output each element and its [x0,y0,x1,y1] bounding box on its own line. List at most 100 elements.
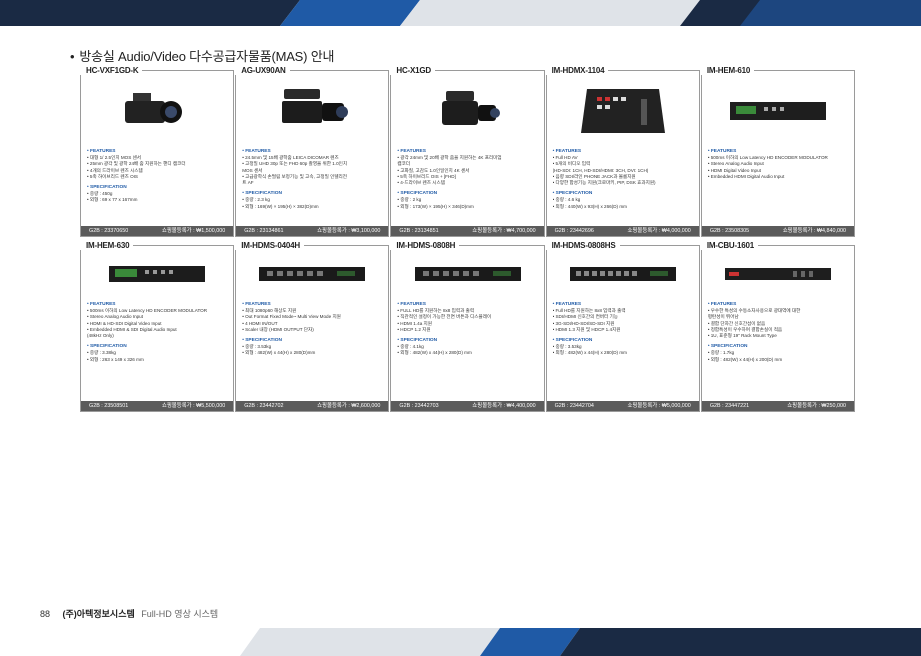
page-footer: 88 (주)아텍정보시스템 Full-HD 영상 시스템 [40,607,218,620]
product-card: AG-UX90AN • FEATURES • 24.5mm 및 15배 광학줌 LE… [235,66,390,237]
feature-line: • Scaler 내장 (HDMI OUTPUT 단자) [242,326,314,332]
product-details: • FEATURES • 500ms 이하의 Low Latency HD ENC… [702,143,854,180]
page-number: 88 [40,609,51,619]
company-name: (주)아텍정보시스템 [62,609,135,619]
top-decorative-band [0,0,921,26]
registered-price: 쇼핑몰등록가 : ₩5,000,000 [627,403,691,409]
model-name: HC-X1GD [390,66,436,75]
model-name: IM-HEM-610 [700,66,755,75]
feature-line: • HDMI 1.3 지원 및 HDCP 1.4지원 [552,326,621,332]
registered-price: 쇼핑몰등록가 : ₩4,000,000 [627,228,691,234]
model-name: IM-HDMS-0404H [235,241,304,250]
spec-line: • 외형 : 440(W) x 93(H) x 266(D) mm [552,203,627,209]
catalog-description: Full-HD 영상 시스템 [141,609,219,619]
encoder-icon [702,79,854,143]
feature-line: (48kHz Only) [87,333,114,339]
model-name: IM-HDMS-0808H [390,241,460,250]
price-bar: G2B : 23442702 쇼핑몰등록가 : ₩2,600,000 [236,401,389,411]
product-card: IM-HEM-610 • FEATURES • 500ms 이하의 Low Late… [700,66,856,237]
g2b-code: G2B : 23508305 [709,228,750,234]
product-grid: HC-VXF1GD-K • FEATURES • 대형 1/ 2.5인치 MOS 센… [80,66,856,420]
product-details: • FEATURES • 24.5mm 및 15배 광학줌 LEICA DICOM… [236,143,388,210]
pro-camcorder-icon [236,79,388,143]
g2b-code: G2B : 23447221 [709,403,750,409]
spec-line: • 외형 : 482(W) x 44(H) x 280(D) mm [552,350,627,356]
product-card: HC-VXF1GD-K • FEATURES • 대형 1/ 2.5인치 MOS 센… [80,66,235,237]
product-details: • FEATURES • FULL HD를 지원하는 8x8 입력과 출력 • 직관… [391,296,543,357]
registered-price: 쇼핑몰등록가 : ₩2,600,000 [317,403,381,409]
feature-line: 트 AF [242,180,254,186]
feature-line: • 4-드라이브 렌즈 시스템 [397,180,445,186]
product-details: • FEATURES • 500ms 이하의 Low Latency HD ENC… [81,296,233,363]
video-switcher-icon [547,79,699,143]
spec-line: • 외형 : 173(W) × 195(H) × 346(D)mm [397,203,474,209]
matrix-switcher-icon [236,252,388,296]
g2b-code: G2B : 23442704 [554,403,594,409]
registered-price: 쇼핑몰등록가 : ₩5,500,000 [161,403,226,409]
product-card: HC-X1GD • FEATURES • 광각 24mm 및 20배 광학 줌을 지… [390,66,545,237]
spec-line: • 외형 : 169(W) × 195(H) × 382(D)mm [242,203,319,209]
product-details: • FEATURES • 광각 24mm 및 20배 광학 줌을 지원하는 4K … [391,143,543,210]
model-name: AG-UX90AN [235,66,290,75]
spec-line: • 외형 : 482(W) x 44(H) x 280(D) mm [397,350,472,356]
g2b-code: G2B : 23442696 [554,228,594,234]
product-card: IM-CBU-1601 • FEATURES • 우수한 특성의 수동소자사용으로 … [700,241,856,412]
spec-line: • 외형 : 482(W) x 44(H) x 280(D)mm [242,350,316,356]
price-bar: G2B : 23370650 쇼핑몰등록가 : ₩1,500,000 [81,226,234,236]
g2b-code: G2B : 23370650 [89,228,129,234]
matrix-switcher-icon [391,252,543,296]
camcorder-icon [81,79,233,143]
handheld-camcorder-icon [391,79,543,143]
spec-line: • 외형 : 69 x 77 x 167mm [87,197,138,203]
product-card: IM-HDMS-0404H • FEATURES • 최대 1080p60 해상도 … [235,241,390,412]
product-card: IM-HDMX-1104 • FEATURES • Full HD AV • 5개의 … [545,66,700,237]
spec-line: • 외형 : 482(W) x 44(H) x 200(D) mm [707,356,783,362]
feature-line: • Embedded HDMI Digital Audio Input [707,173,785,179]
model-name: IM-HEM-630 [80,241,134,250]
model-name: IM-HDMS-0808HS [545,241,620,250]
model-name: HC-VXF1GD-K [80,66,143,75]
page-title: • 방송실 Audio/Video 다수공급자물품(MAS) 안내 [70,46,334,65]
page-title-text: 방송실 Audio/Video 다수공급자물품(MAS) 안내 [79,49,335,64]
product-details: • FEATURES • Full HD를 지원하는 8x8 입력과 출력 • SD… [547,296,699,357]
registered-price: 쇼핑몰등록가 : ₩250,000 [787,403,847,409]
registered-price: 쇼핑몰등록가 : ₩4,700,000 [472,228,536,234]
price-bar: G2B : 23508501 쇼핑몰등록가 : ₩5,500,000 [81,401,234,411]
title-bullet: • [70,49,75,64]
feature-line: • 1U, 표준형 19" Rack Mount Type [707,333,777,339]
registered-price: 쇼핑몰등록가 : ₩4,400,000 [472,403,536,409]
product-card: IM-HDMS-0808HS • FEATURES • Full HD를 지원하는 … [545,241,700,412]
encoder-rack-icon [81,252,233,296]
price-bar: G2B : 23134851 쇼핑몰등록가 : ₩4,700,000 [391,226,544,236]
registered-price: 쇼핑몰등록가 : ₩1,500,000 [161,228,226,234]
feature-line: • 다양한 합성기능 지원(크로마키, PIP, DSK 효과지원) [552,180,656,186]
registered-price: 쇼핑몰등록가 : ₩4,840,000 [782,228,847,234]
product-row-2: IM-HEM-630 • FEATURES • 500ms 이하의 Low Late… [80,241,856,412]
price-bar: G2B : 23508305 쇼핑몰등록가 : ₩4,840,000 [701,226,855,236]
product-details: • FEATURES • 최대 1080p60 해상도 지원 • Out Forma… [236,296,388,357]
sdi-matrix-icon [547,252,699,296]
product-details: • FEATURES • 우수한 특성의 수동소자사용으로 광대역에 대한 평탄성… [702,296,854,363]
product-card: IM-HEM-630 • FEATURES • 500ms 이하의 Low Late… [80,241,235,412]
bottom-decorative-band [0,628,921,656]
g2b-code: G2B : 23442702 [244,403,284,409]
g2b-code: G2B : 23508501 [89,403,129,409]
model-name: IM-CBU-1601 [700,241,758,250]
rack-unit-icon [702,252,854,296]
model-name: IM-HDMX-1104 [545,66,609,75]
price-bar: G2B : 23442704 쇼핑몰등록가 : ₩5,000,000 [546,401,699,411]
price-bar: G2B : 23442703 쇼핑몰등록가 : ₩4,400,000 [391,401,544,411]
spec-line: • 외형 : 263 x 149 x 326 mm [87,356,144,362]
product-row-1: HC-VXF1GD-K • FEATURES • 대형 1/ 2.5인치 MOS 센… [80,66,856,237]
price-bar: G2B : 23442696 쇼핑몰등록가 : ₩4,000,000 [546,226,699,236]
product-details: • FEATURES • 대형 1/ 2.5인치 MOS 센서 • 25mm 광각 … [81,143,233,204]
feature-line: • 5축 하이브리드 렌즈 OIS [87,173,138,179]
product-card: IM-HDMS-0808H • FEATURES • FULL HD를 지원하는 8… [390,241,545,412]
g2b-code: G2B : 23134861 [244,228,284,234]
price-bar: G2B : 23447221 쇼핑몰등록가 : ₩250,000 [701,401,855,411]
product-details: • FEATURES • Full HD AV • 5개의 비디오 입력 (HD-S… [547,143,699,210]
feature-line: • HDCP 1.2 지원 [397,326,431,332]
g2b-code: G2B : 23442703 [399,403,439,409]
g2b-code: G2B : 23134851 [399,228,439,234]
registered-price: 쇼핑몰등록가 : ₩3,100,000 [317,228,381,234]
